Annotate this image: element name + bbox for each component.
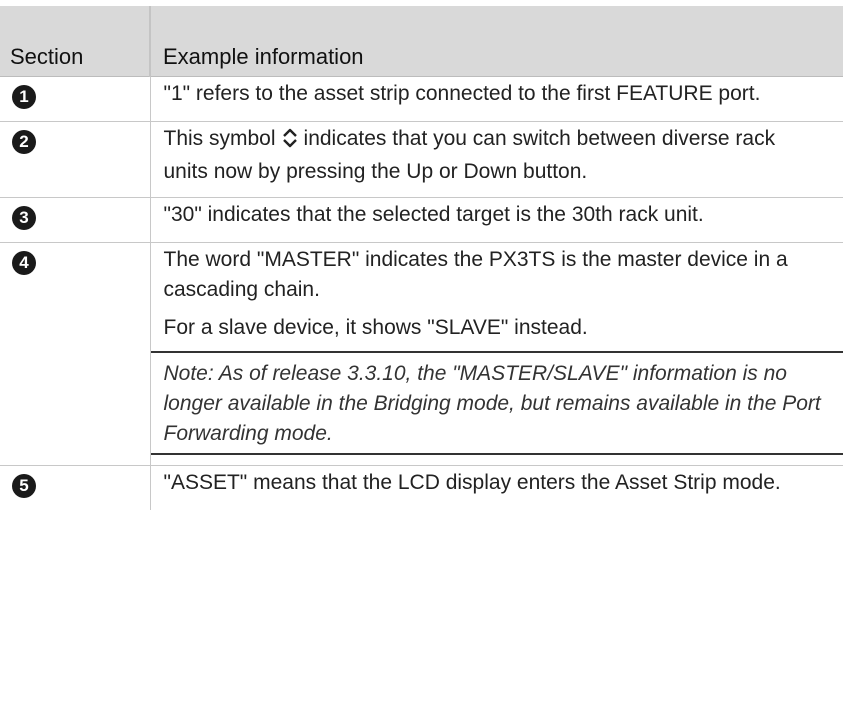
note-box: Note: As of release 3.3.10, the "MASTER/… [150, 351, 843, 455]
row-description: "30" indicates that the selected target … [149, 197, 843, 243]
document-page: Section Example information 1 "1" refers… [0, 0, 843, 708]
row-description: The word "MASTER" indicates the PX3TS is… [149, 242, 843, 466]
section-number-badge: 3 [12, 206, 36, 230]
header-example-information: Example information [149, 6, 843, 77]
table-header-row: Section Example information [0, 6, 843, 77]
section-number-badge: 5 [12, 474, 36, 498]
note-text: Note: As of release 3.3.10, the "MASTER/… [163, 362, 821, 445]
header-section: Section [0, 6, 150, 77]
row-description: This symbol indicates that you can switch… [149, 121, 843, 198]
row-description: "1" refers to the asset strip connected … [149, 76, 843, 122]
section-info-table: Section Example information 1 "1" refers… [0, 6, 843, 510]
table-row: 3 "30" indicates that the selected targe… [0, 197, 843, 243]
row-text-before-icon: This symbol [163, 127, 276, 150]
up-down-chevron-icon [282, 127, 298, 157]
table-row: 2 This symbol indicates that you can swit… [0, 121, 843, 198]
table-row: 5 "ASSET" means that the LCD display ent… [0, 465, 843, 510]
section-number-badge: 1 [12, 85, 36, 109]
row-paragraph: For a slave device, it shows "SLAVE" ins… [163, 316, 588, 339]
row-description: "ASSET" means that the LCD display enter… [149, 465, 843, 510]
section-number-badge: 2 [12, 130, 36, 154]
table-row: 4 The word "MASTER" indicates the PX3TS … [0, 242, 843, 466]
row-paragraph: The word "MASTER" indicates the PX3TS is… [163, 248, 788, 301]
section-number-badge: 4 [12, 251, 36, 275]
table-row: 1 "1" refers to the asset strip connecte… [0, 76, 843, 122]
